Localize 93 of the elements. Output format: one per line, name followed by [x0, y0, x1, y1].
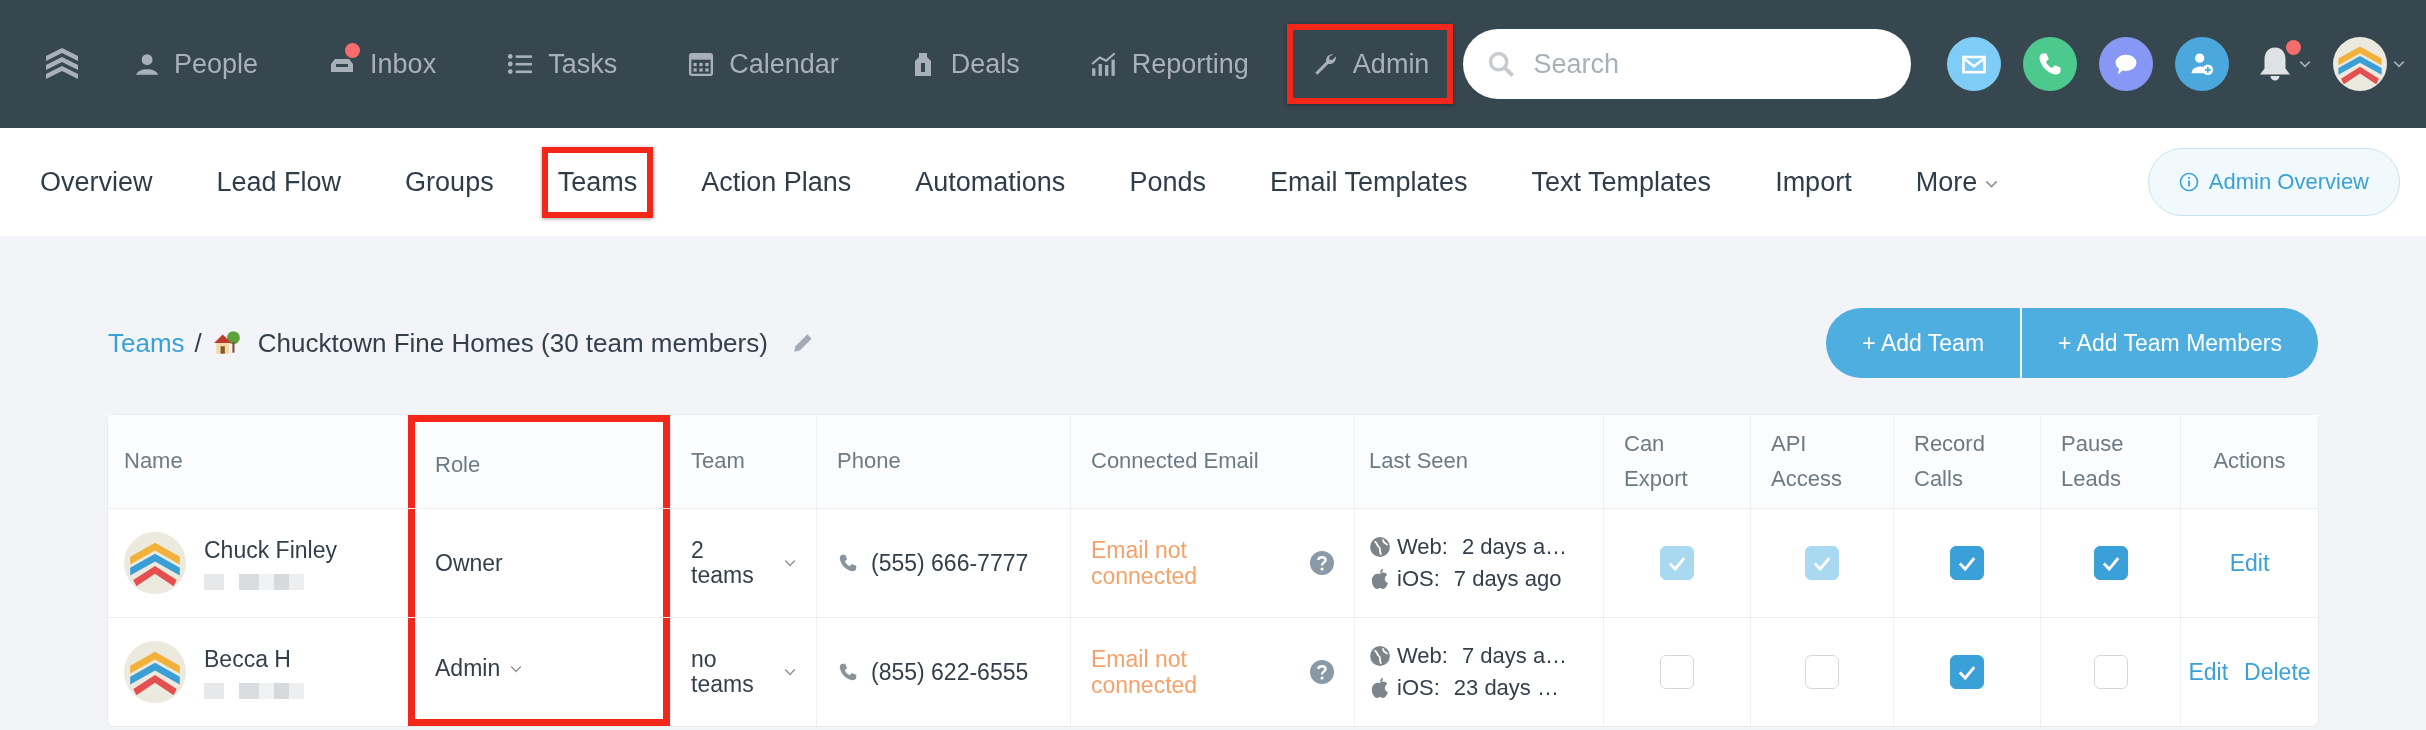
calendar-icon: [687, 51, 716, 77]
nav-link[interactable]: Calendar: [663, 24, 863, 104]
nav-label: Tasks: [548, 48, 618, 80]
nav-link[interactable]: Reporting: [1065, 24, 1273, 104]
nav-link[interactable]: People: [132, 24, 283, 104]
column-header: Record Calls: [1893, 415, 2040, 508]
last-seen-time: 23 days …: [1453, 675, 1559, 701]
nav-label: Calendar: [729, 48, 839, 80]
role-label: Owner: [435, 549, 503, 577]
email-button[interactable]: [1947, 37, 2002, 91]
subnav-tab[interactable]: Overview: [24, 146, 169, 218]
subnav-tab[interactable]: Lead Flow: [200, 146, 358, 218]
member-name: Chuck Finley: [204, 536, 337, 564]
breadcrumb-separator: /: [194, 327, 202, 359]
subnav-tab[interactable]: More: [1899, 146, 2015, 218]
add-button[interactable]: + Add Team: [1826, 308, 2021, 378]
globe-icon: [1369, 645, 1391, 667]
caret-icon: [2299, 60, 2312, 68]
caret-icon: [2393, 60, 2406, 68]
chart-icon: [1089, 51, 1118, 77]
subnav-tab[interactable]: Teams: [541, 146, 654, 218]
phone-number: (855) 622-6555: [871, 658, 1029, 686]
caret-icon[interactable]: [510, 664, 523, 673]
action-link[interactable]: Edit: [2229, 549, 2270, 577]
nav-label: Admin: [1352, 48, 1430, 80]
team-count: 2 teams: [691, 537, 755, 589]
caret-icon[interactable]: [784, 668, 796, 676]
chat-button[interactable]: [2099, 37, 2154, 91]
column-header: Phone: [816, 415, 1070, 508]
column-header: Pause Leads: [2040, 415, 2180, 508]
nav-label: People: [174, 48, 259, 80]
column-header: API Access: [1750, 415, 1893, 508]
action-link[interactable]: Delete: [2244, 658, 2311, 686]
search-field[interactable]: Search: [1463, 29, 1912, 99]
phone-icon: [837, 552, 859, 574]
checkbox[interactable]: [2093, 546, 2128, 580]
apple-icon: [1369, 677, 1391, 699]
caret-icon[interactable]: [784, 559, 796, 567]
nav-link[interactable]: Admin: [1286, 24, 1454, 104]
email-status: Email not connected: [1091, 645, 1199, 699]
platform-label: iOS:: [1397, 675, 1440, 701]
help-icon[interactable]: [1310, 660, 1334, 684]
add-button[interactable]: + Add Team Members: [2022, 308, 2318, 378]
avatar-icon: [124, 532, 186, 594]
team-count: no teams: [691, 646, 755, 698]
last-seen-time: 7 days a…: [1461, 643, 1568, 669]
member-name: Becca H: [204, 645, 292, 673]
last-seen-time: 2 days a…: [1461, 534, 1568, 560]
info-icon: [2178, 172, 2199, 192]
platform-label: Web:: [1397, 534, 1448, 560]
subnav-tab[interactable]: Automations: [899, 146, 1082, 218]
nav-label: Inbox: [370, 48, 437, 80]
globe-icon: [1369, 536, 1391, 558]
column-header: Can Export: [1603, 415, 1750, 508]
search-icon: [1487, 50, 1516, 78]
phone-number: (555) 666-7777: [871, 549, 1029, 577]
phone-icon: [837, 661, 859, 683]
platform-label: iOS:: [1397, 566, 1440, 592]
add-contact-button[interactable]: [2175, 37, 2230, 91]
last-seen-time: 7 days ago: [1453, 566, 1562, 592]
apple-icon: [1369, 568, 1391, 590]
subnav-tab[interactable]: Email Templates: [1253, 146, 1484, 218]
avatar-icon: [2333, 37, 2388, 91]
team-title: Chucktown Fine Homes (30 team members): [257, 327, 768, 359]
nav-link[interactable]: Inbox: [304, 24, 461, 104]
column-header: Connected Email: [1070, 415, 1354, 508]
help-icon[interactable]: [1310, 551, 1334, 575]
checkbox[interactable]: [1950, 655, 1984, 689]
subnav-tab[interactable]: Ponds: [1113, 146, 1222, 218]
account-menu[interactable]: [2333, 37, 2406, 91]
subnav-tab[interactable]: Text Templates: [1515, 146, 1728, 218]
subnav-tab[interactable]: Import: [1759, 146, 1868, 218]
nav-link[interactable]: Tasks: [482, 24, 642, 104]
email-status: Email not connected: [1091, 536, 1199, 590]
action-link[interactable]: Edit: [2188, 658, 2229, 686]
column-header: Actions: [2180, 415, 2318, 508]
admin-overview-button[interactable]: Admin Overview: [2147, 148, 2400, 216]
avatar-icon: [124, 641, 186, 703]
nav-label: Deals: [950, 48, 1020, 80]
breadcrumb-link[interactable]: Teams: [108, 327, 185, 359]
checkbox[interactable]: [1950, 546, 1984, 580]
platform-label: Web:: [1397, 643, 1448, 669]
column-header: Role: [408, 415, 670, 508]
subnav-tab[interactable]: Groups: [389, 146, 510, 218]
column-header: Team: [670, 415, 816, 508]
column-header: Name: [123, 447, 184, 476]
call-button[interactable]: [2023, 37, 2078, 91]
role-label[interactable]: Admin: [435, 655, 501, 682]
subnav-tab[interactable]: Action Plans: [685, 146, 868, 218]
column-header: Last Seen: [1354, 415, 1603, 508]
nav-link[interactable]: Deals: [884, 24, 1044, 104]
list-icon: [506, 51, 535, 77]
nav-label: Reporting: [1131, 48, 1249, 80]
